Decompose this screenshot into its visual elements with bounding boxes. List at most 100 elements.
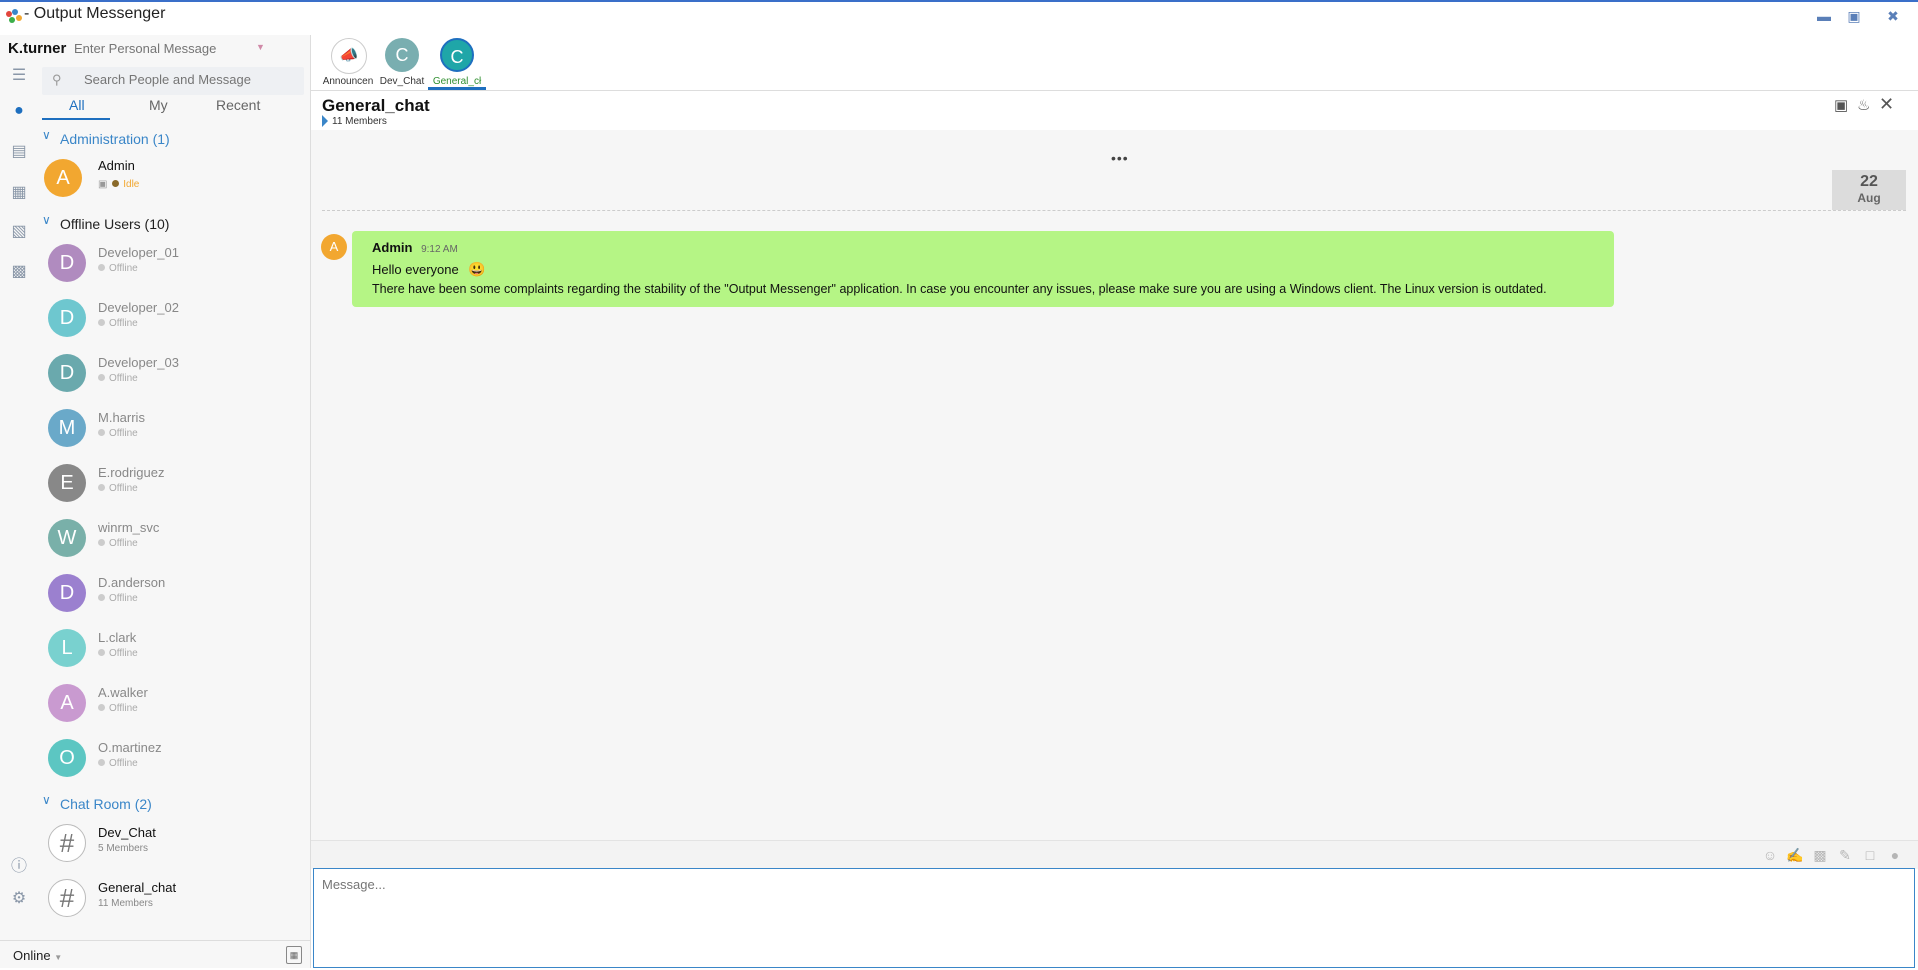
avatar: A [48,684,86,722]
poll-chart-icon[interactable]: ▩ [1811,846,1829,864]
message-input[interactable] [314,869,1914,967]
active-tab-indicator [428,87,486,90]
contact-d-anderson[interactable]: D D.anderson Offline [44,572,306,622]
image-gallery-icon[interactable]: ▣ [1834,96,1848,114]
tab-label: Dev_Chat [379,76,425,87]
contact-name: Admin [98,158,135,173]
contact-developer-03[interactable]: D Developer_03 Offline [44,352,306,402]
room-members: 11 Members [98,898,153,909]
group-administration[interactable]: ∨ Administration (1) [42,128,170,147]
hashtag-icon: # [48,879,86,917]
tab-dev-chat[interactable]: C Dev_Chat [372,35,432,90]
message-composer [313,868,1915,968]
attachment-icon[interactable]: ✎ [1836,846,1854,864]
contact-l-clark[interactable]: L L.clark Offline [44,627,306,677]
contact-winrm-svc[interactable]: W winrm_svc Offline [44,517,306,567]
tab-announcements[interactable]: 📣 Announcen [318,35,378,90]
chevron-down-icon: ∨ [42,793,51,807]
contact-a-walker[interactable]: A A.walker Offline [44,682,306,732]
date-badge: 22 Aug [1832,170,1906,210]
group-chat-rooms[interactable]: ∨ Chat Room (2) [42,793,152,812]
contacts-icon[interactable]: ● [9,101,29,121]
group-offline-users[interactable]: ∨ Offline Users (10) [42,213,169,232]
presence-selector[interactable]: Online ▼ [13,948,62,963]
status-dot-icon [98,539,105,546]
tab-recent[interactable]: Recent [216,97,260,113]
room-dev-chat[interactable]: # Dev_Chat 5 Members [44,822,306,872]
close-window-button[interactable]: ✖ [1883,6,1903,26]
message-bubble[interactable]: Admin 9:12 AM Hello everyone 😃 There hav… [352,231,1614,307]
chat-bubble-icon[interactable]: ✍ [1786,846,1804,864]
contact-status: Offline [98,758,138,769]
avatar: M [48,409,86,447]
contact-name: O.martinez [98,740,162,755]
contact-name: M.harris [98,410,145,425]
tasks-icon[interactable]: ▧ [9,222,29,242]
menu-icon[interactable]: ☰ [9,66,29,86]
tab-label: General_cł [432,76,482,87]
message-text: Hello everyone [372,262,459,277]
status-dot-icon [98,704,105,711]
contact-admin[interactable]: A Admin ▣ Idle [44,155,306,205]
status-dot-icon [98,484,105,491]
personal-message-input[interactable] [74,41,264,56]
expand-members-icon[interactable] [322,115,328,127]
contact-developer-01[interactable]: D Developer_01 Offline [44,242,306,292]
avatar: W [48,519,86,557]
avatar: D [48,354,86,392]
info-icon[interactable]: ⓘ [9,857,29,877]
active-tab-indicator [42,118,110,120]
group-label: Chat Room (2) [60,796,152,812]
window-title: - Output Messenger [24,5,166,22]
title-bar [0,0,1918,35]
hashtag-icon: # [48,824,86,862]
chat-tab-strip: 📣 Announcen C Dev_Chat C General_cł [311,35,1918,91]
contact-name: Developer_01 [98,245,179,260]
reports-icon[interactable]: ▩ [9,262,29,282]
tab-general-chat[interactable]: C General_cł [427,35,487,90]
tab-my[interactable]: My [149,97,168,113]
tab-all[interactable]: All [69,97,85,113]
connection-status-icon[interactable]: ▦ [286,946,302,964]
group-label: Administration (1) [60,131,170,147]
megaphone-icon: 📣 [331,38,367,74]
avatar: A [321,234,347,260]
notes-icon[interactable]: ▤ [9,142,29,162]
contact-status: Offline [98,538,138,549]
contact-developer-02[interactable]: D Developer_02 Offline [44,297,306,347]
member-count[interactable]: 11 Members [332,116,387,127]
tab-label: Announcen [322,76,374,87]
status-dot-icon [98,759,105,766]
room-name: Dev_Chat [98,825,156,840]
contact-o-martinez[interactable]: O O.martinez Offline [44,737,306,787]
contact-name: L.clark [98,630,137,645]
contact-status: Offline [98,263,138,274]
settings-gear-icon[interactable]: ⚙ [9,889,29,909]
close-chat-button[interactable]: ✕ [1879,94,1894,115]
avatar: L [48,629,86,667]
contact-m-harris[interactable]: M M.harris Offline [44,407,306,457]
status-dot-icon [98,264,105,271]
contact-status: Offline [98,648,138,659]
chevron-down-icon: ∨ [42,213,51,227]
avatar: E [48,464,86,502]
room-general-chat[interactable]: # General_chat 11 Members [44,877,306,927]
search-icon: ⚲ [52,72,62,87]
message-time: 9:12 AM [421,244,458,255]
search-input[interactable] [82,71,296,88]
app-logo-icon [6,9,22,25]
personal-message-dropdown-icon[interactable]: ▼ [256,42,265,52]
load-more-icon[interactable]: ••• [1111,150,1129,166]
avatar: C [385,38,419,72]
composer-toolbar: ☺ ✍ ▩ ✎ □ ● [311,840,1918,869]
minimize-button[interactable]: ▬ [1814,6,1834,26]
idea-bulb-icon[interactable]: ● [1886,846,1904,864]
screenshot-icon[interactable]: □ [1861,846,1879,864]
bell-icon[interactable]: ♨ [1857,96,1870,114]
calendar-icon[interactable]: ▦ [9,183,29,203]
contact-status: Offline [98,593,138,604]
restore-button[interactable]: ▣ [1844,6,1864,26]
contact-e-rodriguez[interactable]: E E.rodriguez Offline [44,462,306,512]
emoji-icon[interactable]: ☺ [1761,846,1779,864]
contact-name: winrm_svc [98,520,160,535]
